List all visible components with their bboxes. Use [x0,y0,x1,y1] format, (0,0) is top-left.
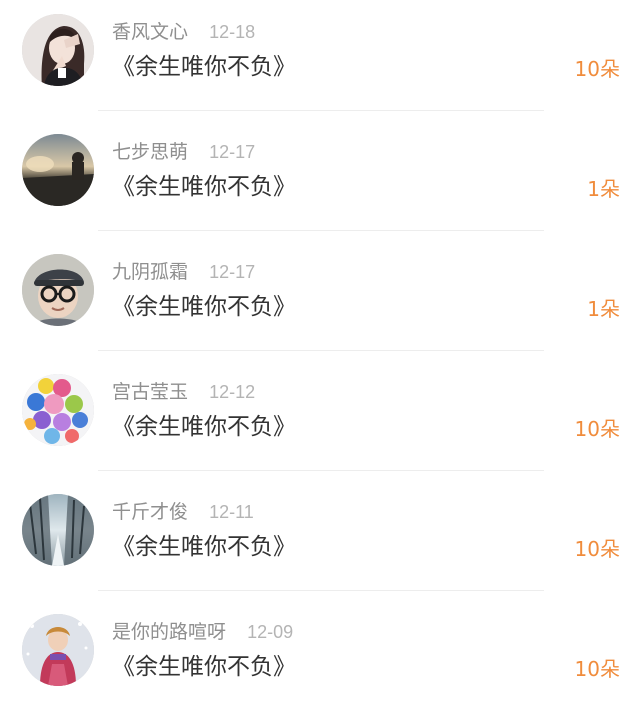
user-avatar[interactable] [22,494,94,566]
work-title[interactable]: 《余生唯你不负》 [112,410,296,444]
divider [98,110,544,111]
sunset-landscape-avatar-icon [22,134,94,206]
divider [98,350,544,351]
list-item[interactable]: 宫古莹玉 12-12 《余生唯你不负》 10朵 [0,360,640,479]
child-in-snow-avatar-icon [22,614,94,686]
gift-record-list: 香风文心 12-18 《余生唯你不负》 10朵 七步思萌 12-17 《余生唯你… [0,0,640,701]
item-meta: 是你的路喧呀 12-09 [112,618,293,646]
user-avatar[interactable] [22,374,94,446]
flower-count: 10朵 [574,417,620,441]
balloons-avatar-icon [22,374,94,446]
list-item[interactable]: 七步思萌 12-17 《余生唯你不负》 1朵 [0,120,640,239]
flower-count: 1朵 [587,177,620,201]
date: 12-17 [209,142,256,162]
work-title[interactable]: 《余生唯你不负》 [112,290,296,324]
item-meta: 宫古莹玉 12-12 [112,378,255,406]
list-item[interactable]: 香风文心 12-18 《余生唯你不负》 10朵 [0,0,640,119]
date: 12-12 [209,382,256,402]
flower-count: 10朵 [574,657,620,681]
list-item[interactable]: 是你的路喧呀 12-09 《余生唯你不负》 10朵 [0,600,640,719]
date: 12-09 [247,622,294,642]
divider [98,590,544,591]
divider [98,470,544,471]
user-avatar[interactable] [22,14,94,86]
flower-count: 10朵 [574,537,620,561]
divider [98,230,544,231]
item-meta: 千斤才俊 12-11 [112,498,254,526]
username[interactable]: 七步思萌 [112,141,188,163]
work-title[interactable]: 《余生唯你不负》 [112,50,296,84]
item-meta: 香风文心 12-18 [112,18,255,46]
user-avatar[interactable] [22,254,94,326]
work-title[interactable]: 《余生唯你不负》 [112,650,296,684]
item-meta: 九阴孤霜 12-17 [112,258,255,286]
work-title[interactable]: 《余生唯你不负》 [112,170,296,204]
girl-portrait-avatar-icon [22,14,94,86]
snowy-forest-avatar-icon [22,494,94,566]
username[interactable]: 宫古莹玉 [112,381,188,403]
flower-count: 1朵 [587,297,620,321]
username[interactable]: 是你的路喧呀 [112,621,226,643]
username[interactable]: 九阴孤霜 [112,261,188,283]
date: 12-11 [209,502,254,522]
user-avatar[interactable] [22,614,94,686]
list-item[interactable]: 千斤才俊 12-11 《余生唯你不负》 10朵 [0,480,640,599]
item-meta: 七步思萌 12-17 [112,138,255,166]
list-item[interactable]: 九阴孤霜 12-17 《余生唯你不负》 1朵 [0,240,640,359]
flower-count: 10朵 [574,57,620,81]
date: 12-17 [209,262,256,282]
child-with-glasses-avatar-icon [22,254,94,326]
username[interactable]: 千斤才俊 [112,501,188,523]
user-avatar[interactable] [22,134,94,206]
work-title[interactable]: 《余生唯你不负》 [112,530,296,564]
date: 12-18 [209,22,256,42]
username[interactable]: 香风文心 [112,21,188,43]
